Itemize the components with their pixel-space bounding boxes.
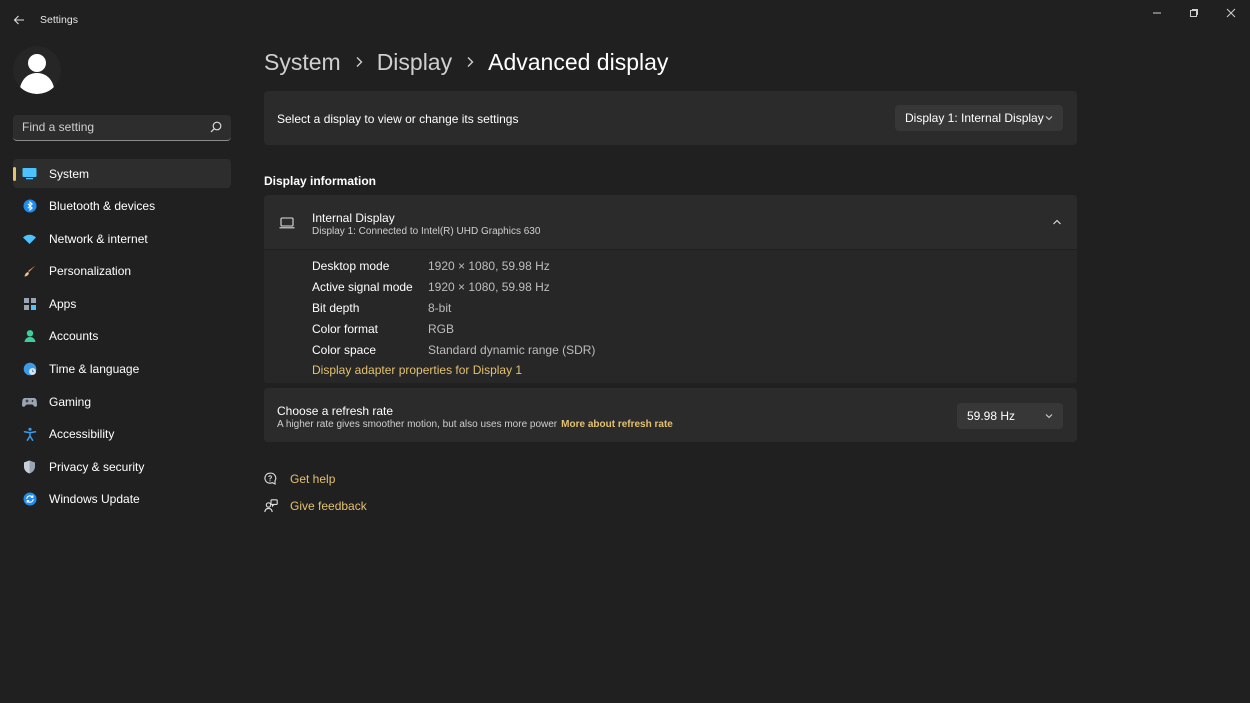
get-help-label: Get help	[290, 472, 336, 486]
sidebar-item-system[interactable]: System	[13, 159, 231, 188]
avatar[interactable]	[13, 46, 61, 94]
chevron-right-icon	[355, 56, 363, 68]
info-row-color-format: Color format RGB	[312, 322, 454, 340]
refresh-rate-title: Choose a refresh rate	[277, 404, 394, 418]
display-select-label: Select a display to view or change its s…	[277, 112, 519, 126]
apps-icon	[22, 296, 37, 311]
collapse-button[interactable]	[1050, 215, 1064, 229]
title-bar: Settings	[0, 0, 1250, 38]
sidebar-item-privacy-security[interactable]: Privacy & security	[13, 452, 231, 481]
sidebar-item-windows-update[interactable]: Windows Update	[13, 485, 231, 514]
globe-clock-icon	[22, 362, 37, 377]
sidebar-item-label: Accounts	[49, 329, 99, 344]
sidebar-item-label: Time & language	[49, 362, 140, 377]
chevron-right-icon	[466, 56, 474, 68]
display-info-header[interactable]: Internal Display Display 1: Connected to…	[264, 195, 1077, 249]
sidebar-item-bluetooth[interactable]: Bluetooth & devices	[13, 192, 231, 221]
section-title-display-information: Display information	[264, 174, 377, 188]
info-value: RGB	[428, 322, 455, 336]
device-subtitle: Display 1: Connected to Intel(R) UHD Gra…	[312, 226, 541, 237]
close-button[interactable]	[1214, 4, 1248, 22]
info-key: Active signal mode	[312, 280, 413, 294]
chevron-up-icon	[1053, 219, 1061, 225]
back-arrow-icon	[13, 15, 24, 25]
chevron-down-icon	[1045, 414, 1053, 419]
sidebar-item-accounts[interactable]: Accounts	[13, 322, 231, 351]
info-value: Standard dynamic range (SDR)	[428, 343, 596, 357]
chevron-down-icon	[1045, 116, 1053, 121]
laptop-icon	[279, 217, 295, 229]
display-icon	[22, 166, 37, 181]
person-icon	[22, 329, 37, 344]
sidebar-item-network[interactable]: Network & internet	[13, 224, 231, 253]
sidebar-item-label: Bluetooth & devices	[49, 199, 156, 214]
restore-icon	[1190, 9, 1198, 17]
sidebar-nav: System Bluetooth & devices Network & int…	[13, 159, 231, 518]
more-about-refresh-rate-link[interactable]: More about refresh rate	[561, 419, 673, 430]
info-row-desktop-mode: Desktop mode 1920 × 1080, 59.98 Hz	[312, 259, 550, 277]
sidebar-item-label: Accessibility	[49, 427, 115, 442]
help-icon	[264, 472, 278, 486]
app-title: Settings	[40, 14, 78, 26]
info-value: 1920 × 1080, 59.98 Hz	[428, 259, 550, 273]
sidebar-item-personalization[interactable]: Personalization	[13, 257, 231, 286]
search-input[interactable]	[13, 115, 203, 139]
sidebar-item-label: Personalization	[49, 264, 132, 279]
shield-icon	[22, 459, 37, 474]
display-info-details: Desktop mode 1920 × 1080, 59.98 Hz Activ…	[264, 250, 1077, 383]
back-button[interactable]	[8, 9, 30, 31]
bluetooth-icon	[22, 199, 37, 214]
sidebar-item-gaming[interactable]: Gaming	[13, 387, 231, 416]
refresh-rate-dropdown[interactable]: 59.98 Hz	[957, 403, 1063, 429]
wifi-icon	[22, 231, 37, 246]
get-help-link[interactable]: Get help	[264, 470, 335, 488]
sidebar-item-label: Apps	[49, 296, 77, 311]
sidebar-item-label: Network & internet	[49, 231, 148, 246]
info-value: 1920 × 1080, 59.98 Hz	[428, 280, 550, 294]
display-select-dropdown[interactable]: Display 1: Internal Display	[895, 105, 1063, 131]
close-icon	[1226, 8, 1236, 18]
give-feedback-label: Give feedback	[290, 499, 367, 513]
info-row-color-space: Color space Standard dynamic range (SDR)	[312, 343, 595, 361]
feedback-icon	[264, 499, 278, 513]
refresh-rate-description: A higher rate gives smoother motion, but…	[277, 419, 673, 430]
breadcrumb-display[interactable]: Display	[377, 49, 452, 76]
search-icon[interactable]	[209, 120, 223, 134]
sidebar-item-label: Gaming	[49, 394, 92, 409]
gamepad-icon	[22, 394, 37, 409]
info-key: Bit depth	[312, 301, 360, 315]
user-avatar-icon	[13, 46, 61, 94]
device-name: Internal Display	[312, 211, 395, 225]
refresh-rate-description-text: A higher rate gives smoother motion, but…	[277, 419, 558, 430]
sidebar-item-time-language[interactable]: Time & language	[13, 355, 231, 384]
info-key: Desktop mode	[312, 259, 390, 273]
info-row-active-signal-mode: Active signal mode 1920 × 1080, 59.98 Hz	[312, 280, 550, 298]
display-select-value: Display 1: Internal Display	[905, 111, 1044, 125]
minimize-button[interactable]	[1140, 4, 1174, 22]
page-title: Advanced display	[488, 48, 669, 75]
brush-icon	[22, 264, 37, 279]
breadcrumb: System Display Advanced display	[264, 46, 668, 78]
info-row-bit-depth: Bit depth 8-bit	[312, 301, 451, 319]
sidebar-item-label: Windows Update	[49, 492, 140, 507]
display-select-card: Select a display to view or change its s…	[264, 91, 1077, 145]
breadcrumb-system[interactable]: System	[264, 49, 341, 76]
search-box[interactable]	[13, 115, 231, 141]
give-feedback-link[interactable]: Give feedback	[264, 497, 367, 515]
refresh-rate-value: 59.98 Hz	[967, 409, 1016, 423]
accessibility-icon	[22, 427, 37, 442]
sidebar-item-accessibility[interactable]: Accessibility	[13, 420, 231, 449]
sidebar-item-label: System	[49, 166, 90, 181]
info-key: Color space	[312, 343, 377, 357]
update-icon	[22, 492, 37, 507]
sidebar-item-label: Privacy & security	[49, 459, 145, 474]
restore-button[interactable]	[1177, 4, 1211, 22]
info-key: Color format	[312, 322, 379, 336]
sidebar-item-apps[interactable]: Apps	[13, 289, 231, 318]
info-value: 8-bit	[428, 301, 452, 315]
minimize-icon	[1153, 12, 1161, 14]
display-adapter-properties-link[interactable]: Display adapter properties for Display 1	[312, 363, 522, 377]
refresh-rate-card: Choose a refresh rate A higher rate give…	[264, 388, 1077, 442]
